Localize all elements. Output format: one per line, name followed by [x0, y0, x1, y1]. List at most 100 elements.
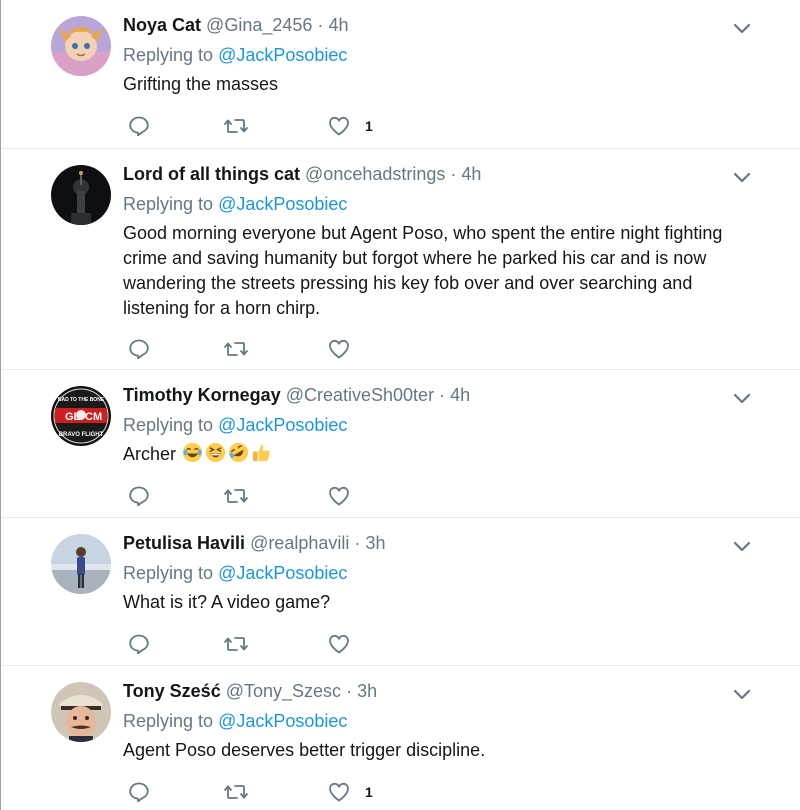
rofl-emoji	[228, 442, 249, 470]
display-name[interactable]: Petulisa Havili	[123, 533, 245, 553]
retweet-icon	[223, 632, 249, 656]
tweet-header: Timothy Kornegay @CreativeSh00ter · 4h	[123, 382, 760, 408]
retweet-button[interactable]	[223, 337, 249, 361]
chevron-down-icon[interactable]	[732, 392, 752, 406]
tweet-actions: 1	[127, 114, 427, 138]
replying-to: Replying to @JackPosobiec	[123, 42, 760, 68]
display-name[interactable]: Noya Cat	[123, 15, 201, 35]
mention-link[interactable]: @JackPosobiec	[218, 415, 347, 435]
timestamp[interactable]: 4h	[450, 385, 470, 405]
timestamp[interactable]: 3h	[357, 681, 377, 701]
retweet-button[interactable]	[223, 780, 249, 804]
like-button[interactable]	[327, 337, 351, 361]
like-button[interactable]	[327, 632, 351, 656]
reply-icon	[127, 780, 151, 804]
separator-dot: ·	[346, 681, 353, 701]
like-count: 1	[365, 784, 373, 800]
timestamp[interactable]: 3h	[365, 533, 385, 553]
separator-dot: ·	[317, 15, 324, 35]
thumbs-up-emoji	[251, 442, 272, 470]
reply-button[interactable]	[127, 780, 151, 804]
tweet[interactable]: GL CM BAD TO THE BONE BRAVO FLIGHT Timot…	[1, 370, 800, 518]
tweet-actions	[127, 484, 427, 508]
user-handle[interactable]: @Tony_Szesc	[226, 681, 341, 701]
retweet-button[interactable]	[223, 632, 249, 656]
tweet-actions: 1	[127, 780, 427, 804]
chevron-down-icon[interactable]	[732, 22, 752, 36]
avatar-text-bottom: BRAVO FLIGHT	[59, 432, 104, 438]
tweet-text: What is it? A video game?	[123, 592, 331, 612]
tweet-actions	[127, 337, 427, 361]
mention-link[interactable]: @JackPosobiec	[218, 194, 347, 214]
like-icon	[327, 114, 351, 138]
reply-button[interactable]	[127, 484, 151, 508]
avatar[interactable]	[51, 16, 111, 76]
user-handle[interactable]: @Gina_2456	[206, 15, 312, 35]
mention-link[interactable]: @JackPosobiec	[218, 711, 347, 731]
chevron-down-icon[interactable]	[732, 540, 752, 554]
mention-link[interactable]: @JackPosobiec	[218, 563, 347, 583]
reply-button[interactable]	[127, 632, 151, 656]
tweet-text: Grifting the masses	[123, 74, 279, 94]
avatar[interactable]	[51, 534, 111, 594]
avatar[interactable]	[51, 682, 111, 742]
retweet-icon	[223, 114, 249, 138]
avatar-text-right: CM	[85, 411, 102, 423]
tweet[interactable]: Noya Cat @Gina_2456 · 4h Replying to @Ja…	[1, 0, 800, 149]
chevron-down-icon[interactable]	[732, 171, 752, 185]
display-name[interactable]: Tony Sześć	[123, 681, 221, 701]
separator-dot: ·	[450, 164, 457, 184]
tweet[interactable]: Petulisa Havili @realphavili · 3h Replyi…	[1, 518, 800, 666]
like-button[interactable]: 1	[327, 114, 373, 138]
user-handle[interactable]: @oncehadstrings	[305, 164, 445, 184]
user-handle[interactable]: @realphavili	[250, 533, 349, 553]
emoji-group	[182, 442, 272, 470]
replying-to-label: Replying to	[123, 194, 214, 214]
replying-to: Replying to @JackPosobiec	[123, 191, 760, 217]
like-count: 1	[365, 118, 373, 134]
reply-icon	[127, 484, 151, 508]
tweet-actions	[127, 632, 427, 656]
tweet-text-body: Archer	[123, 444, 177, 464]
timestamp[interactable]: 4h	[328, 15, 348, 35]
reply-icon	[127, 114, 151, 138]
like-icon	[327, 780, 351, 804]
user-handle[interactable]: @CreativeSh00ter	[286, 385, 434, 405]
tweet-header: Petulisa Havili @realphavili · 3h	[123, 530, 760, 556]
tweet-header: Lord of all things cat @oncehadstrings ·…	[123, 161, 760, 187]
timestamp[interactable]: 4h	[461, 164, 481, 184]
mention-link[interactable]: @JackPosobiec	[218, 45, 347, 65]
like-icon	[327, 632, 351, 656]
reply-icon	[127, 632, 151, 656]
display-name[interactable]: Timothy Kornegay	[123, 385, 281, 405]
like-button[interactable]: 1	[327, 780, 373, 804]
tweet-text: Good morning everyone but Agent Poso, wh…	[123, 223, 723, 318]
chevron-down-icon[interactable]	[732, 688, 752, 702]
replying-to-label: Replying to	[123, 563, 214, 583]
display-name[interactable]: Lord of all things cat	[123, 164, 300, 184]
retweet-icon	[223, 337, 249, 361]
tweet[interactable]: Lord of all things cat @oncehadstrings ·…	[1, 149, 800, 370]
like-icon	[327, 484, 351, 508]
retweet-button[interactable]	[223, 114, 249, 138]
replying-to-label: Replying to	[123, 45, 214, 65]
retweet-button[interactable]	[223, 484, 249, 508]
replying-to-label: Replying to	[123, 711, 214, 731]
avatar[interactable]: GL CM BAD TO THE BONE BRAVO FLIGHT	[51, 386, 111, 446]
reply-icon	[127, 337, 151, 361]
separator-dot: ·	[354, 533, 361, 553]
grinning-squint-emoji	[205, 442, 226, 470]
replying-to: Replying to @JackPosobiec	[123, 412, 760, 438]
retweet-icon	[223, 780, 249, 804]
joy-emoji	[182, 442, 203, 470]
avatar-text-top: BAD TO THE BONE	[58, 397, 105, 403]
like-icon	[327, 337, 351, 361]
reply-button[interactable]	[127, 337, 151, 361]
tweet[interactable]: Tony Sześć @Tony_Szesc · 3h Replying to …	[1, 666, 800, 810]
avatar[interactable]	[51, 165, 111, 225]
tweet-header: Noya Cat @Gina_2456 · 4h	[123, 12, 760, 38]
tweet-header: Tony Sześć @Tony_Szesc · 3h	[123, 678, 760, 704]
reply-button[interactable]	[127, 114, 151, 138]
like-button[interactable]	[327, 484, 351, 508]
replying-to-label: Replying to	[123, 415, 214, 435]
